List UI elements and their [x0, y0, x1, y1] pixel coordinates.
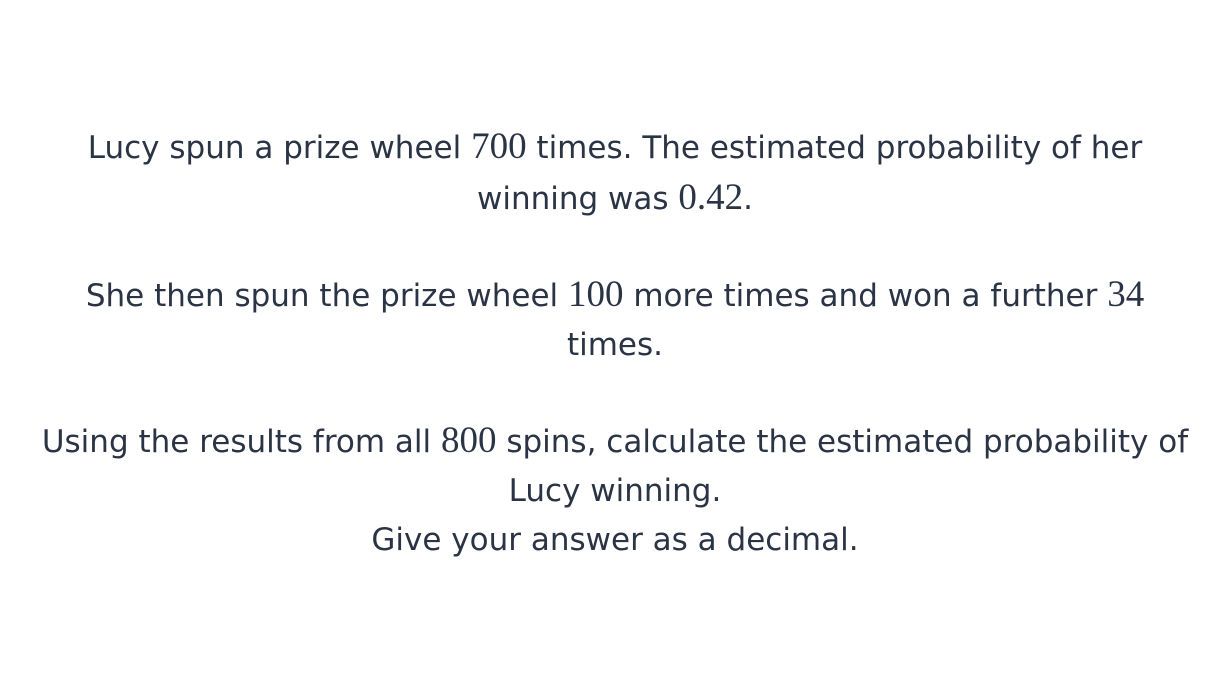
text-segment: spins, calculate the estimated probabili…: [496, 424, 1189, 509]
number-further-wins: 34: [1107, 274, 1145, 315]
number-more-spins: 100: [568, 274, 624, 315]
number-probability: 0.42: [678, 177, 744, 218]
text-segment: .: [743, 181, 754, 217]
paragraph-more-spins: She then spun the prize wheel 100 more t…: [40, 270, 1190, 370]
number-total-spins: 700: [471, 126, 527, 167]
number-all-spins: 800: [440, 420, 497, 461]
text-segment: times.: [566, 327, 664, 363]
text-segment: She then spun the prize wheel: [85, 278, 568, 314]
text-segment: more times and won a further: [623, 278, 1108, 314]
instruction-text: Give your answer as a decimal.: [371, 522, 859, 558]
text-segment: Lucy spun a prize wheel: [87, 130, 472, 166]
text-segment: Using the results from all: [41, 424, 441, 460]
text-segment: times. The estimated probability of her …: [476, 130, 1143, 217]
question-text: Lucy spun a prize wheel 700 times. The e…: [40, 122, 1190, 565]
paragraph-task: Using the results from all 800 spins, ca…: [40, 416, 1190, 565]
paragraph-first-spins: Lucy spun a prize wheel 700 times. The e…: [40, 122, 1190, 224]
